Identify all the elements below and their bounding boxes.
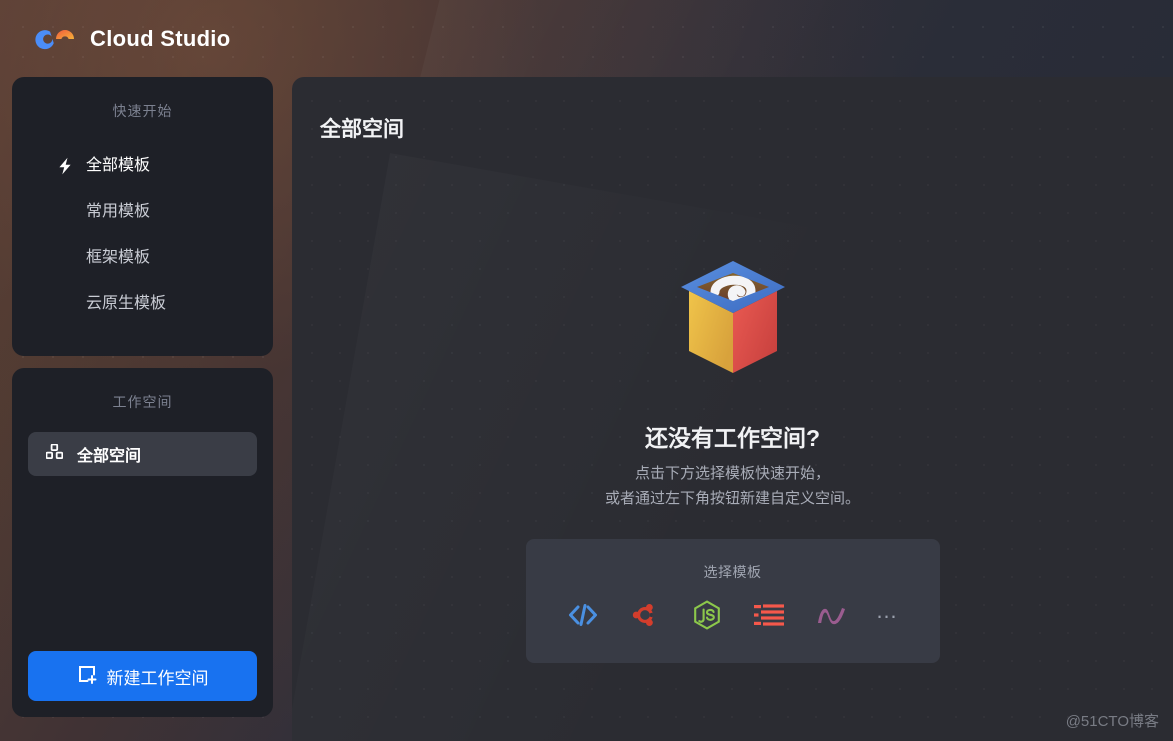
empty-state-line-2: 或者通过左下角按钮新建自定义空间。 (604, 490, 860, 508)
lightning-icon (54, 157, 76, 175)
template-picker-title: 选择模板 (703, 563, 762, 580)
empty-state-line-1: 点击下方选择模板快速开始， (634, 465, 830, 482)
quickstart-panel: 快速开始 全部模板 常用模板 框架模板 云原生模板 (12, 77, 273, 356)
workspace-panel: 工作空间 全部空间 新建工作空间 (12, 368, 273, 717)
more-templates-button[interactable]: … (876, 600, 900, 624)
sidebar-item-all-workspaces[interactable]: 全部空间 (28, 432, 257, 476)
brand-title: Cloud Studio (90, 26, 231, 51)
watermark: @51CTO博客 (1065, 713, 1159, 730)
workspace-title: 工作空间 (112, 394, 173, 410)
sidebar-item-label: 常用模板 (86, 203, 151, 220)
empty-state-heading: 还没有工作空间? (644, 425, 821, 451)
sidebar-item-label: 全部模板 (86, 157, 151, 174)
template-picker-card: 选择模板 … (525, 538, 940, 663)
grid-icon (45, 443, 64, 464)
add-box-icon (77, 664, 97, 689)
new-workspace-label: 新建工作空间 (106, 668, 209, 688)
workspace-list: 全部空间 (28, 432, 257, 651)
sidebar: 快速开始 全部模板 常用模板 框架模板 云原生模板 工作空间 全部空间 新建工作… (12, 77, 273, 717)
sidebar-item-label: 框架模板 (86, 249, 151, 266)
sidebar-item-label: 云原生模板 (86, 295, 167, 312)
app-root: Cloud Studio 快速开始 全部模板 常用模板 框架模板 云原生模板 工… (0, 0, 1173, 741)
main-panel: 全部空间 还没有工作空间? 点击下方选择模板快速开始， 或者通过左下角按钮新建自… (292, 77, 1173, 741)
nodejs-icon[interactable] (690, 598, 724, 632)
sidebar-item-cloud-native-templates[interactable]: 云原生模板 (28, 281, 257, 327)
cube-box-illustration-icon (663, 247, 803, 397)
ant-design-list-icon[interactable] (752, 598, 786, 632)
quickstart-title: 快速开始 (112, 103, 173, 119)
template-icon-row: … (566, 598, 900, 632)
sidebar-item-label: 全部空间 (77, 448, 142, 465)
brand-header: Cloud Studio (32, 22, 230, 56)
cloud-studio-logo-icon (32, 22, 76, 56)
page-title: 全部空间 (320, 118, 404, 141)
sidebar-item-all-templates[interactable]: 全部模板 (28, 143, 257, 189)
sidebar-item-common-templates[interactable]: 常用模板 (28, 189, 257, 235)
quickstart-list: 全部模板 常用模板 框架模板 云原生模板 (28, 143, 257, 327)
empty-state: 还没有工作空间? 点击下方选择模板快速开始， 或者通过左下角按钮新建自定义空间。… (292, 247, 1173, 663)
code-brackets-icon[interactable] (566, 598, 600, 632)
sidebar-item-framework-templates[interactable]: 框架模板 (28, 235, 257, 281)
ubuntu-icon[interactable] (628, 598, 662, 632)
nuxt-n-icon[interactable] (814, 598, 848, 632)
new-workspace-button[interactable]: 新建工作空间 (28, 651, 257, 701)
